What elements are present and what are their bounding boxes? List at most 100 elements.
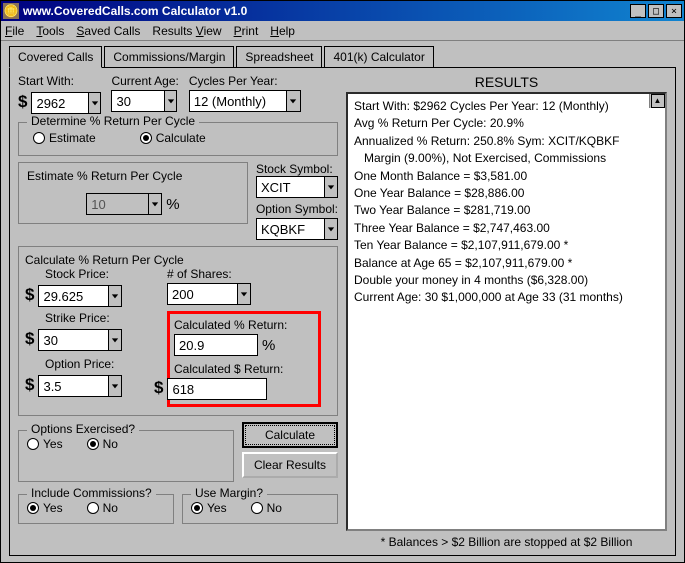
results-line: One Month Balance = $3,581.00: [354, 168, 659, 185]
maximize-button[interactable]: □: [648, 4, 664, 18]
estimate-pct-input: [86, 193, 162, 215]
include-commissions-title: Include Commissions?: [27, 486, 156, 500]
close-button[interactable]: ×: [666, 4, 682, 18]
footer-note: * Balances > $2 Billion are stopped at $…: [346, 535, 667, 549]
calculate-radio[interactable]: Calculate: [140, 131, 206, 145]
num-shares-input[interactable]: [167, 283, 251, 305]
calc-dollar-return-label: Calculated $ Return:: [174, 362, 314, 376]
results-box: Start With: $2962 Cycles Per Year: 12 (M…: [346, 92, 667, 531]
tab-spreadsheet[interactable]: Spreadsheet: [236, 46, 322, 68]
strike-price-input[interactable]: [38, 329, 122, 351]
estimate-group-title: Estimate % Return Per Cycle: [27, 169, 182, 183]
app-window: 🪙 www.CoveredCalls.com Calculator v1.0 _…: [0, 0, 685, 563]
results-line: Balance at Age 65 = $2,107,911,679.00 *: [354, 255, 659, 272]
determine-group-title: Determine % Return Per Cycle: [27, 114, 199, 128]
option-symbol-input[interactable]: [256, 218, 338, 240]
results-line: Double your money in 4 months ($6,328.00…: [354, 272, 659, 289]
num-shares-label: # of Shares:: [167, 267, 297, 281]
tab-covered-calls[interactable]: Covered Calls: [9, 46, 102, 68]
option-price-label: Option Price:: [45, 357, 155, 371]
calculate-group-title: Calculate % Return Per Cycle: [25, 253, 184, 267]
tab-content: Start With: $ Current Age:: [9, 67, 676, 556]
calculate-group: Calculate % Return Per Cycle Stock Price…: [18, 246, 338, 416]
menu-saved-calls[interactable]: Saved Calls: [76, 24, 140, 38]
app-icon: 🪙: [3, 3, 19, 19]
menu-print[interactable]: Print: [234, 24, 259, 38]
menu-file[interactable]: File: [5, 24, 24, 38]
tab-commissions-margin[interactable]: Commissions/Margin: [104, 46, 234, 68]
current-age-label: Current Age:: [111, 74, 178, 88]
results-line: Margin (9.00%), Not Exercised, Commissio…: [354, 150, 659, 167]
margin-yes-radio[interactable]: Yes: [191, 501, 227, 515]
results-line: Avg % Return Per Cycle: 20.9%: [354, 115, 659, 132]
dollar-icon: $: [25, 285, 34, 307]
stock-price-label: Stock Price:: [45, 267, 155, 281]
dropdown-icon: [148, 194, 161, 214]
stock-symbol-label: Stock Symbol:: [256, 162, 333, 176]
current-age-input[interactable]: [111, 90, 177, 112]
calculated-return-highlight: Calculated % Return: % Calculated $ Retu…: [167, 311, 321, 407]
menu-results-view[interactable]: Results View: [152, 24, 221, 38]
left-panel: Start With: $ Current Age:: [18, 74, 338, 549]
dropdown-icon[interactable]: [108, 376, 121, 396]
option-symbol-label: Option Symbol:: [256, 202, 338, 216]
menubar: File Tools Saved Calls Results View Prin…: [1, 21, 684, 41]
results-line: One Year Balance = $28,886.00: [354, 185, 659, 202]
results-scrollbar[interactable]: ▲: [649, 94, 665, 108]
menu-help[interactable]: Help: [270, 24, 295, 38]
dropdown-icon[interactable]: [237, 284, 250, 304]
commissions-no-radio[interactable]: No: [87, 501, 118, 515]
use-margin-title: Use Margin?: [191, 486, 267, 500]
results-title: RESULTS: [346, 74, 667, 90]
calc-dollar-return-output: [167, 378, 267, 400]
stock-symbol-input[interactable]: [256, 176, 338, 198]
commissions-yes-radio[interactable]: Yes: [27, 501, 63, 515]
dropdown-icon[interactable]: [164, 91, 177, 111]
strike-price-label: Strike Price:: [45, 311, 155, 325]
use-margin-group: Use Margin? Yes No: [182, 494, 338, 524]
dollar-icon: $: [25, 375, 34, 397]
start-with-label: Start With:: [18, 74, 101, 88]
estimate-group: Estimate % Return Per Cycle %: [18, 162, 248, 224]
minimize-button[interactable]: _: [630, 4, 646, 18]
clear-results-button[interactable]: Clear Results: [242, 452, 338, 478]
exercised-yes-radio[interactable]: Yes: [27, 437, 63, 451]
dropdown-icon[interactable]: [108, 286, 121, 306]
exercised-no-radio[interactable]: No: [87, 437, 118, 451]
stock-price-input[interactable]: [38, 285, 122, 307]
menu-tools[interactable]: Tools: [36, 24, 64, 38]
option-price-input[interactable]: [38, 375, 122, 397]
options-exercised-group: Options Exercised? Yes No: [18, 430, 234, 482]
cycles-label: Cycles Per Year:: [189, 74, 301, 88]
scroll-up-icon[interactable]: ▲: [651, 94, 665, 108]
right-panel: RESULTS Start With: $2962 Cycles Per Yea…: [346, 74, 667, 549]
calculate-button[interactable]: Calculate: [242, 422, 338, 448]
results-line: Annualized % Return: 250.8% Sym: XCIT/KQ…: [354, 133, 659, 150]
dropdown-icon[interactable]: [108, 330, 121, 350]
include-commissions-group: Include Commissions? Yes No: [18, 494, 174, 524]
determine-group: Determine % Return Per Cycle Estimate Ca…: [18, 122, 338, 156]
dollar-icon: $: [25, 329, 34, 351]
margin-no-radio[interactable]: No: [251, 501, 282, 515]
estimate-radio[interactable]: Estimate: [33, 131, 96, 145]
cycles-input[interactable]: [189, 90, 301, 112]
percent-icon: %: [262, 337, 275, 354]
results-line: Two Year Balance = $281,719.00: [354, 202, 659, 219]
results-line: Three Year Balance = $2,747,463.00: [354, 220, 659, 237]
start-with-input[interactable]: [31, 92, 101, 114]
results-line: Start With: $2962 Cycles Per Year: 12 (M…: [354, 98, 659, 115]
calc-pct-return-label: Calculated % Return:: [174, 318, 287, 332]
window-title: www.CoveredCalls.com Calculator v1.0: [23, 4, 628, 18]
percent-icon: %: [166, 196, 179, 213]
dollar-icon: $: [18, 92, 27, 114]
tab-strip: Covered Calls Commissions/Margin Spreads…: [1, 41, 684, 67]
dropdown-icon[interactable]: [324, 219, 337, 239]
tab-401k-calculator[interactable]: 401(k) Calculator: [324, 46, 433, 68]
dropdown-icon[interactable]: [286, 91, 300, 111]
dropdown-icon[interactable]: [88, 93, 101, 113]
dropdown-icon[interactable]: [324, 177, 337, 197]
results-line: Current Age: 30 $1,000,000 at Age 33 (31…: [354, 289, 659, 306]
titlebar: 🪙 www.CoveredCalls.com Calculator v1.0 _…: [1, 1, 684, 21]
dollar-icon: $: [154, 378, 163, 400]
calc-pct-return-output: [174, 334, 258, 356]
